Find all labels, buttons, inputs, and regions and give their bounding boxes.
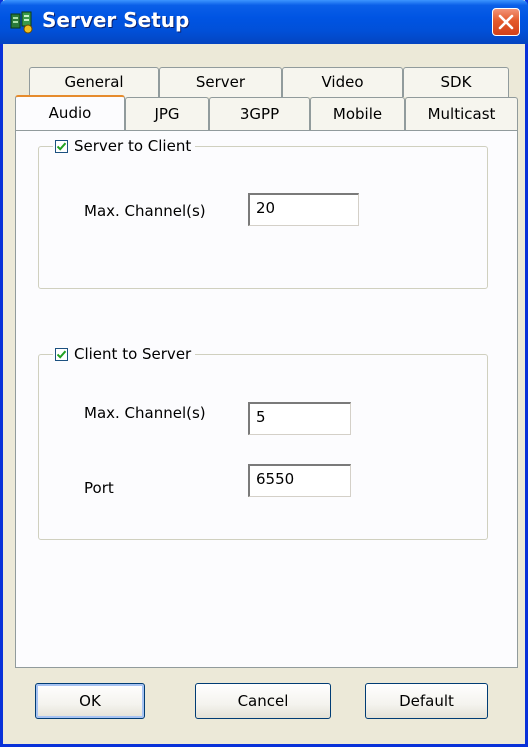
server-to-client-legend: Server to Client (53, 136, 196, 156)
cts-max-channels-input[interactable]: 5 (248, 402, 351, 435)
tab-sdk[interactable]: SDK (403, 67, 509, 97)
tab-3gpp[interactable]: 3GPP (209, 97, 310, 131)
ok-button[interactable]: OK (35, 683, 145, 719)
default-button[interactable]: Default (365, 683, 488, 719)
checkmark-icon (57, 142, 66, 151)
client-to-server-legend: Client to Server (53, 344, 196, 364)
cts-port-input[interactable]: 6550 (248, 464, 351, 497)
cts-max-channels-label: Max. Channel(s) (84, 404, 206, 422)
tab-audio[interactable]: Audio (15, 95, 125, 130)
client-to-server-label: Client to Server (74, 345, 192, 363)
server-to-client-label: Server to Client (74, 137, 192, 155)
tab-jpg[interactable]: JPG (125, 97, 209, 131)
tab-multicast[interactable]: Multicast (405, 97, 518, 131)
tab-mobile[interactable]: Mobile (310, 97, 405, 131)
checkmark-icon (57, 350, 66, 359)
cancel-button[interactable]: Cancel (195, 683, 331, 719)
client-to-server-checkbox[interactable] (55, 347, 68, 361)
title-bar[interactable]: Server Setup (0, 0, 528, 44)
tab-general[interactable]: General (29, 67, 159, 97)
server-setup-icon (10, 10, 36, 34)
stc-max-channels-input[interactable]: 20 (248, 193, 359, 226)
server-to-client-checkbox[interactable] (55, 139, 68, 153)
cts-port-label: Port (84, 479, 114, 497)
stc-max-channels-label: Max. Channel(s) (84, 202, 206, 220)
audio-tab-panel: Server to Client Max. Channel(s) 20 Clie… (15, 130, 518, 668)
client-to-server-group (38, 354, 488, 540)
server-setup-dialog: Server Setup General Server Video SDK Au… (0, 0, 528, 747)
tab-video[interactable]: Video (282, 67, 403, 97)
tab-server[interactable]: Server (159, 67, 282, 97)
window-title: Server Setup (42, 8, 190, 32)
close-button[interactable] (492, 8, 520, 36)
